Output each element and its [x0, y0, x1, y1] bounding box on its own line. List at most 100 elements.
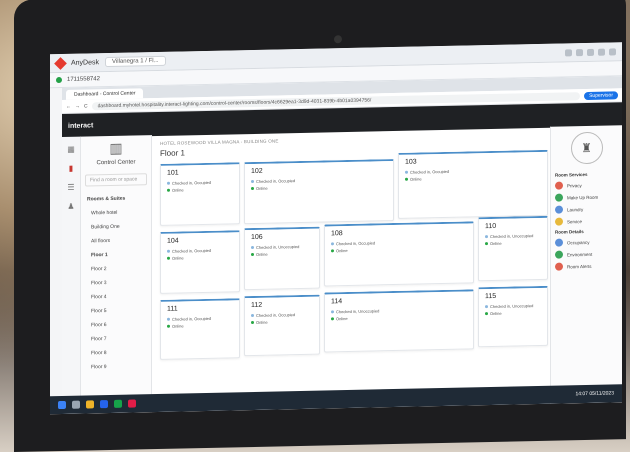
room-online: Online	[485, 240, 541, 246]
clock-date: 05/11/2023	[589, 390, 614, 397]
explorer-icon[interactable]	[86, 400, 94, 409]
webcam	[334, 35, 342, 44]
sidebar-item-rooms[interactable]: Rooms & Suites	[81, 191, 151, 206]
sidebar-item-floor-4[interactable]: Floor 4	[81, 289, 151, 304]
sidebar-item-building[interactable]: Building One	[81, 219, 151, 234]
start-icon[interactable]	[58, 400, 66, 410]
services-heading: Room Services	[555, 171, 588, 178]
room-card-112[interactable]: 112 Checked in, Occupied Online	[244, 294, 320, 357]
right-panel: ♜ Room Services Privacy Make Up Room Lau…	[550, 125, 622, 404]
room-online: Online	[167, 186, 233, 192]
tool-icon[interactable]	[598, 48, 605, 56]
app-body: ▦ ▮ ☰ ♟ ▥ Control Center Find a room or …	[62, 125, 622, 414]
browser-tab[interactable]: Dashboard - Control Center	[66, 88, 144, 100]
connected-status-icon	[56, 76, 62, 84]
back-icon[interactable]: ←	[66, 103, 71, 109]
room-card-115[interactable]: 115 Checked in, Unoccupied Online	[478, 285, 548, 348]
detail-label: Room Alerts	[567, 263, 592, 269]
edge-icon[interactable]	[100, 400, 108, 409]
room-card-102[interactable]: 102 Checked in, Occupied Online	[244, 159, 394, 225]
sidebar-title: Control Center	[96, 159, 136, 167]
room-number: 106	[251, 233, 263, 242]
anydesk-logo-icon	[54, 56, 67, 70]
app-icon[interactable]	[114, 399, 122, 408]
detail-environment[interactable]: Environment	[555, 249, 618, 259]
room-card-110[interactable]: 110 Checked in, Unoccupied Online	[478, 215, 548, 282]
room-online: Online	[405, 174, 541, 182]
room-online: Online	[331, 246, 467, 254]
room-card-101[interactable]: 101 Checked in, Occupied Online	[160, 162, 240, 226]
sidebar-item-whole-hotel[interactable]: Whole hotel	[81, 205, 151, 220]
tool-icon[interactable]	[576, 48, 583, 56]
tool-icon[interactable]	[587, 48, 594, 56]
service-label: Make Up Room	[567, 194, 599, 200]
sidebar-item-all-floors[interactable]: All floors	[81, 233, 151, 248]
grid-icon[interactable]: ▦	[67, 145, 75, 154]
taskbar-clock[interactable]: 14:07 05/11/2023	[575, 390, 614, 397]
search-icon[interactable]	[72, 400, 80, 409]
anydesk-tab[interactable]: Villanegra 1 / Fl...	[105, 55, 166, 68]
privacy-icon	[555, 181, 563, 190]
tool-icon[interactable]	[609, 47, 616, 56]
details-heading: Room Details	[555, 229, 584, 235]
room-online: Online	[485, 310, 541, 316]
alert-icon	[555, 262, 563, 271]
sidebar-item-floor-7[interactable]: Floor 7	[81, 331, 151, 346]
room-status: Checked in, Unoccupied	[485, 303, 541, 309]
icon-rail: ▦ ▮ ☰ ♟	[62, 136, 81, 414]
room-status: Checked in, Occupied	[251, 312, 313, 318]
room-online: Online	[167, 322, 233, 328]
app-icon[interactable]	[128, 399, 136, 408]
room-status: Checked in, Unoccupied	[485, 233, 541, 239]
hotel-crest-icon: ♜	[570, 131, 603, 165]
tool-icon[interactable]	[565, 48, 572, 56]
detail-room-alerts[interactable]: Room Alerts	[555, 261, 618, 271]
sidebar-item-floor-6[interactable]: Floor 6	[81, 317, 151, 332]
forward-icon[interactable]: →	[75, 103, 80, 109]
room-status: Checked in, Occupied	[167, 247, 233, 254]
service-service[interactable]: Service	[555, 216, 618, 226]
sidebar-item-floor-9[interactable]: Floor 9	[81, 359, 151, 374]
service-make-up-room[interactable]: Make Up Room	[555, 192, 618, 202]
session-id[interactable]: 1711558742	[67, 76, 100, 83]
remote-desktop: Dashboard - Control Center ← → C dashboa…	[62, 76, 622, 414]
room-card-104[interactable]: 104 Checked in, Occupied Online	[160, 230, 240, 294]
service-laundry[interactable]: Laundry	[555, 204, 618, 214]
room-card-106[interactable]: 106 Checked in, Unoccupied Online	[244, 226, 320, 291]
profile-button[interactable]: Supervisor	[584, 90, 618, 100]
room-status: Checked in, Occupied	[167, 179, 233, 186]
room-grid: 101 Checked in, Occupied Online 102 Chec…	[160, 149, 548, 414]
building-icon[interactable]: ▮	[69, 164, 73, 173]
detail-occupancy[interactable]: Occupancy	[555, 237, 618, 247]
room-number: 115	[485, 292, 497, 301]
room-card-108[interactable]: 108 Checked in, Occupied Online	[324, 221, 474, 287]
room-online: Online	[251, 319, 313, 325]
list-icon[interactable]: ☰	[67, 183, 74, 192]
clock-time: 14:07	[575, 390, 588, 398]
reload-icon[interactable]: C	[84, 103, 88, 109]
service-label: Laundry	[567, 206, 584, 212]
room-card-111[interactable]: 111 Checked in, Occupied Online	[160, 298, 240, 360]
service-label: Privacy	[567, 182, 582, 188]
room-card-114[interactable]: 114 Checked in, Unoccupied Online	[324, 289, 474, 353]
search-input[interactable]: Find a room or space	[85, 173, 147, 187]
users-icon[interactable]: ♟	[67, 202, 74, 211]
sidebar-item-floor-2[interactable]: Floor 2	[81, 261, 151, 276]
main-content: HOTEL ROSEWOOD VILLA MAGNA - BUILDING ON…	[152, 127, 550, 412]
room-online: Online	[331, 314, 467, 322]
sidebar-item-floor-5[interactable]: Floor 5	[81, 303, 151, 318]
make-up-room-icon	[555, 193, 563, 202]
service-privacy[interactable]: Privacy	[555, 180, 618, 190]
laptop-bezel: AnyDesk Villanegra 1 / Fl... 1711558742 …	[14, 0, 626, 452]
room-status: Checked in, Occupied	[167, 315, 233, 322]
room-number: 110	[485, 222, 497, 231]
room-number: 102	[251, 167, 263, 176]
sidebar-item-floor-3[interactable]: Floor 3	[81, 275, 151, 290]
anydesk-tools	[565, 47, 616, 56]
occupancy-icon	[555, 238, 563, 247]
laundry-icon	[555, 205, 563, 214]
sidebar-item-floor-8[interactable]: Floor 8	[81, 345, 151, 360]
room-card-103[interactable]: 103 Checked in, Occupied Online	[398, 149, 548, 219]
room-number: 103	[405, 158, 417, 166]
sidebar-item-floor-1[interactable]: Floor 1	[81, 247, 151, 262]
